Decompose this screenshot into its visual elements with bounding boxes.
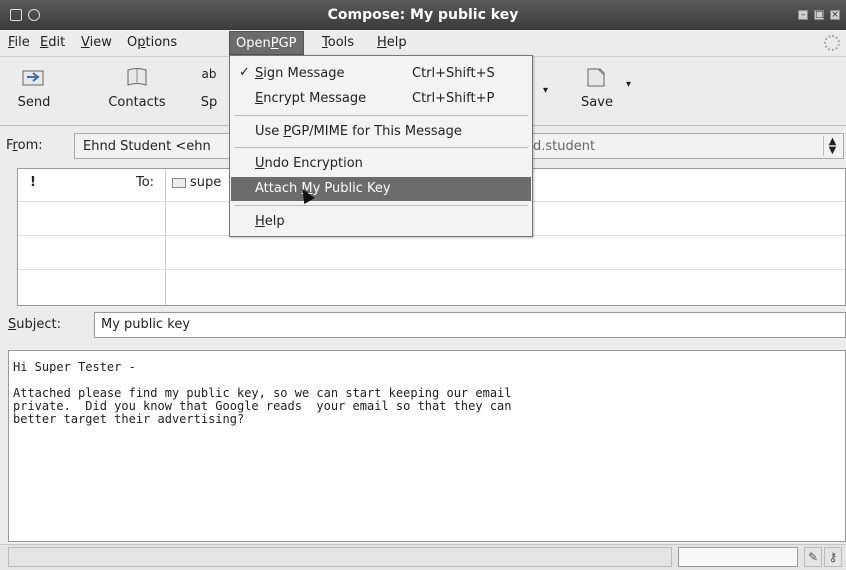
signed-status-icon[interactable]: ✎ bbox=[804, 547, 822, 567]
close-icon[interactable]: × bbox=[830, 10, 840, 20]
message-body[interactable]: Hi Super Tester - Attached please find m… bbox=[8, 350, 846, 542]
menu-separator bbox=[234, 115, 528, 116]
body-line: better target their advertising? bbox=[13, 412, 245, 426]
to-field[interactable]: supe bbox=[172, 175, 221, 190]
security-dropdown-arrow-icon[interactable]: ▾ bbox=[543, 85, 548, 96]
progress-bar bbox=[678, 547, 798, 567]
shortcut-label: Ctrl+Shift+S bbox=[412, 66, 495, 81]
spellcheck-icon: ab bbox=[201, 67, 217, 81]
subject-label: Subject: bbox=[8, 317, 61, 332]
menu-help[interactable]: Help bbox=[377, 35, 407, 50]
menu-item-attach-my-public-key[interactable]: Attach My Public Key bbox=[231, 177, 531, 201]
from-value-tail: d.student bbox=[533, 139, 596, 154]
contacts-button[interactable]: Contacts bbox=[102, 65, 172, 110]
send-button[interactable]: Send bbox=[14, 65, 54, 110]
from-select-arrows-icon[interactable]: ▲ ▼ bbox=[823, 136, 841, 156]
save-icon bbox=[587, 68, 605, 87]
menu-openpgp[interactable]: OpenPGP bbox=[229, 31, 304, 55]
menu-options[interactable]: Options bbox=[127, 35, 177, 50]
menu-edit[interactable]: Edit bbox=[40, 35, 65, 50]
from-value: Ehnd Student <ehn bbox=[83, 139, 211, 154]
subject-row: Subject: My public key bbox=[0, 308, 846, 342]
shortcut-label: Ctrl+Shift+P bbox=[412, 91, 495, 106]
menu-separator bbox=[234, 205, 528, 206]
title-bar: Compose: My public key – □ × bbox=[0, 0, 846, 30]
save-dropdown-arrow-icon[interactable]: ▾ bbox=[626, 79, 631, 90]
send-icon bbox=[22, 70, 44, 86]
window-title: Compose: My public key bbox=[327, 7, 519, 23]
to-label[interactable]: To: bbox=[136, 175, 154, 190]
checkmark-icon: ✓ bbox=[239, 65, 250, 80]
save-button[interactable]: Save bbox=[574, 65, 620, 110]
encrypted-status-icon[interactable]: ⚷ bbox=[824, 547, 842, 567]
row-divider bbox=[18, 269, 845, 270]
subject-input[interactable]: My public key bbox=[94, 312, 846, 338]
contact-card-icon bbox=[172, 177, 186, 188]
menu-item-undo-encryption[interactable]: Undo Encryption bbox=[231, 152, 531, 176]
menu-item-encrypt-message[interactable]: Encrypt Message Ctrl+Shift+P bbox=[231, 87, 531, 111]
menu-view[interactable]: View bbox=[81, 35, 112, 50]
from-label: From: bbox=[6, 138, 43, 153]
menu-bar: File Edit View Options OpenPGP Tools Hel… bbox=[0, 31, 846, 55]
recipient-priority-icon: ! bbox=[30, 175, 36, 190]
spelling-button[interactable]: ab Sp bbox=[194, 65, 224, 110]
minimize-icon[interactable]: – bbox=[798, 10, 808, 20]
openpgp-menu: ✓ Sign Message Ctrl+Shift+S Encrypt Mess… bbox=[229, 55, 533, 237]
activity-throbber-icon bbox=[824, 35, 840, 51]
status-bar: ✎ ⚷ bbox=[0, 544, 846, 570]
maximize-icon[interactable]: □ bbox=[814, 10, 824, 20]
menu-tools[interactable]: Tools bbox=[322, 35, 354, 50]
address-book-icon bbox=[127, 68, 147, 86]
menu-item-sign-message[interactable]: ✓ Sign Message Ctrl+Shift+S bbox=[231, 62, 531, 86]
menu-item-use-pgp-mime[interactable]: Use PGP/MIME for This Message bbox=[231, 120, 531, 144]
body-greeting: Hi Super Tester - bbox=[13, 360, 136, 374]
menu-file[interactable]: File bbox=[8, 35, 30, 50]
menu-separator bbox=[234, 147, 528, 148]
menu-item-help[interactable]: Help bbox=[231, 210, 531, 234]
status-text-panel bbox=[8, 547, 672, 567]
